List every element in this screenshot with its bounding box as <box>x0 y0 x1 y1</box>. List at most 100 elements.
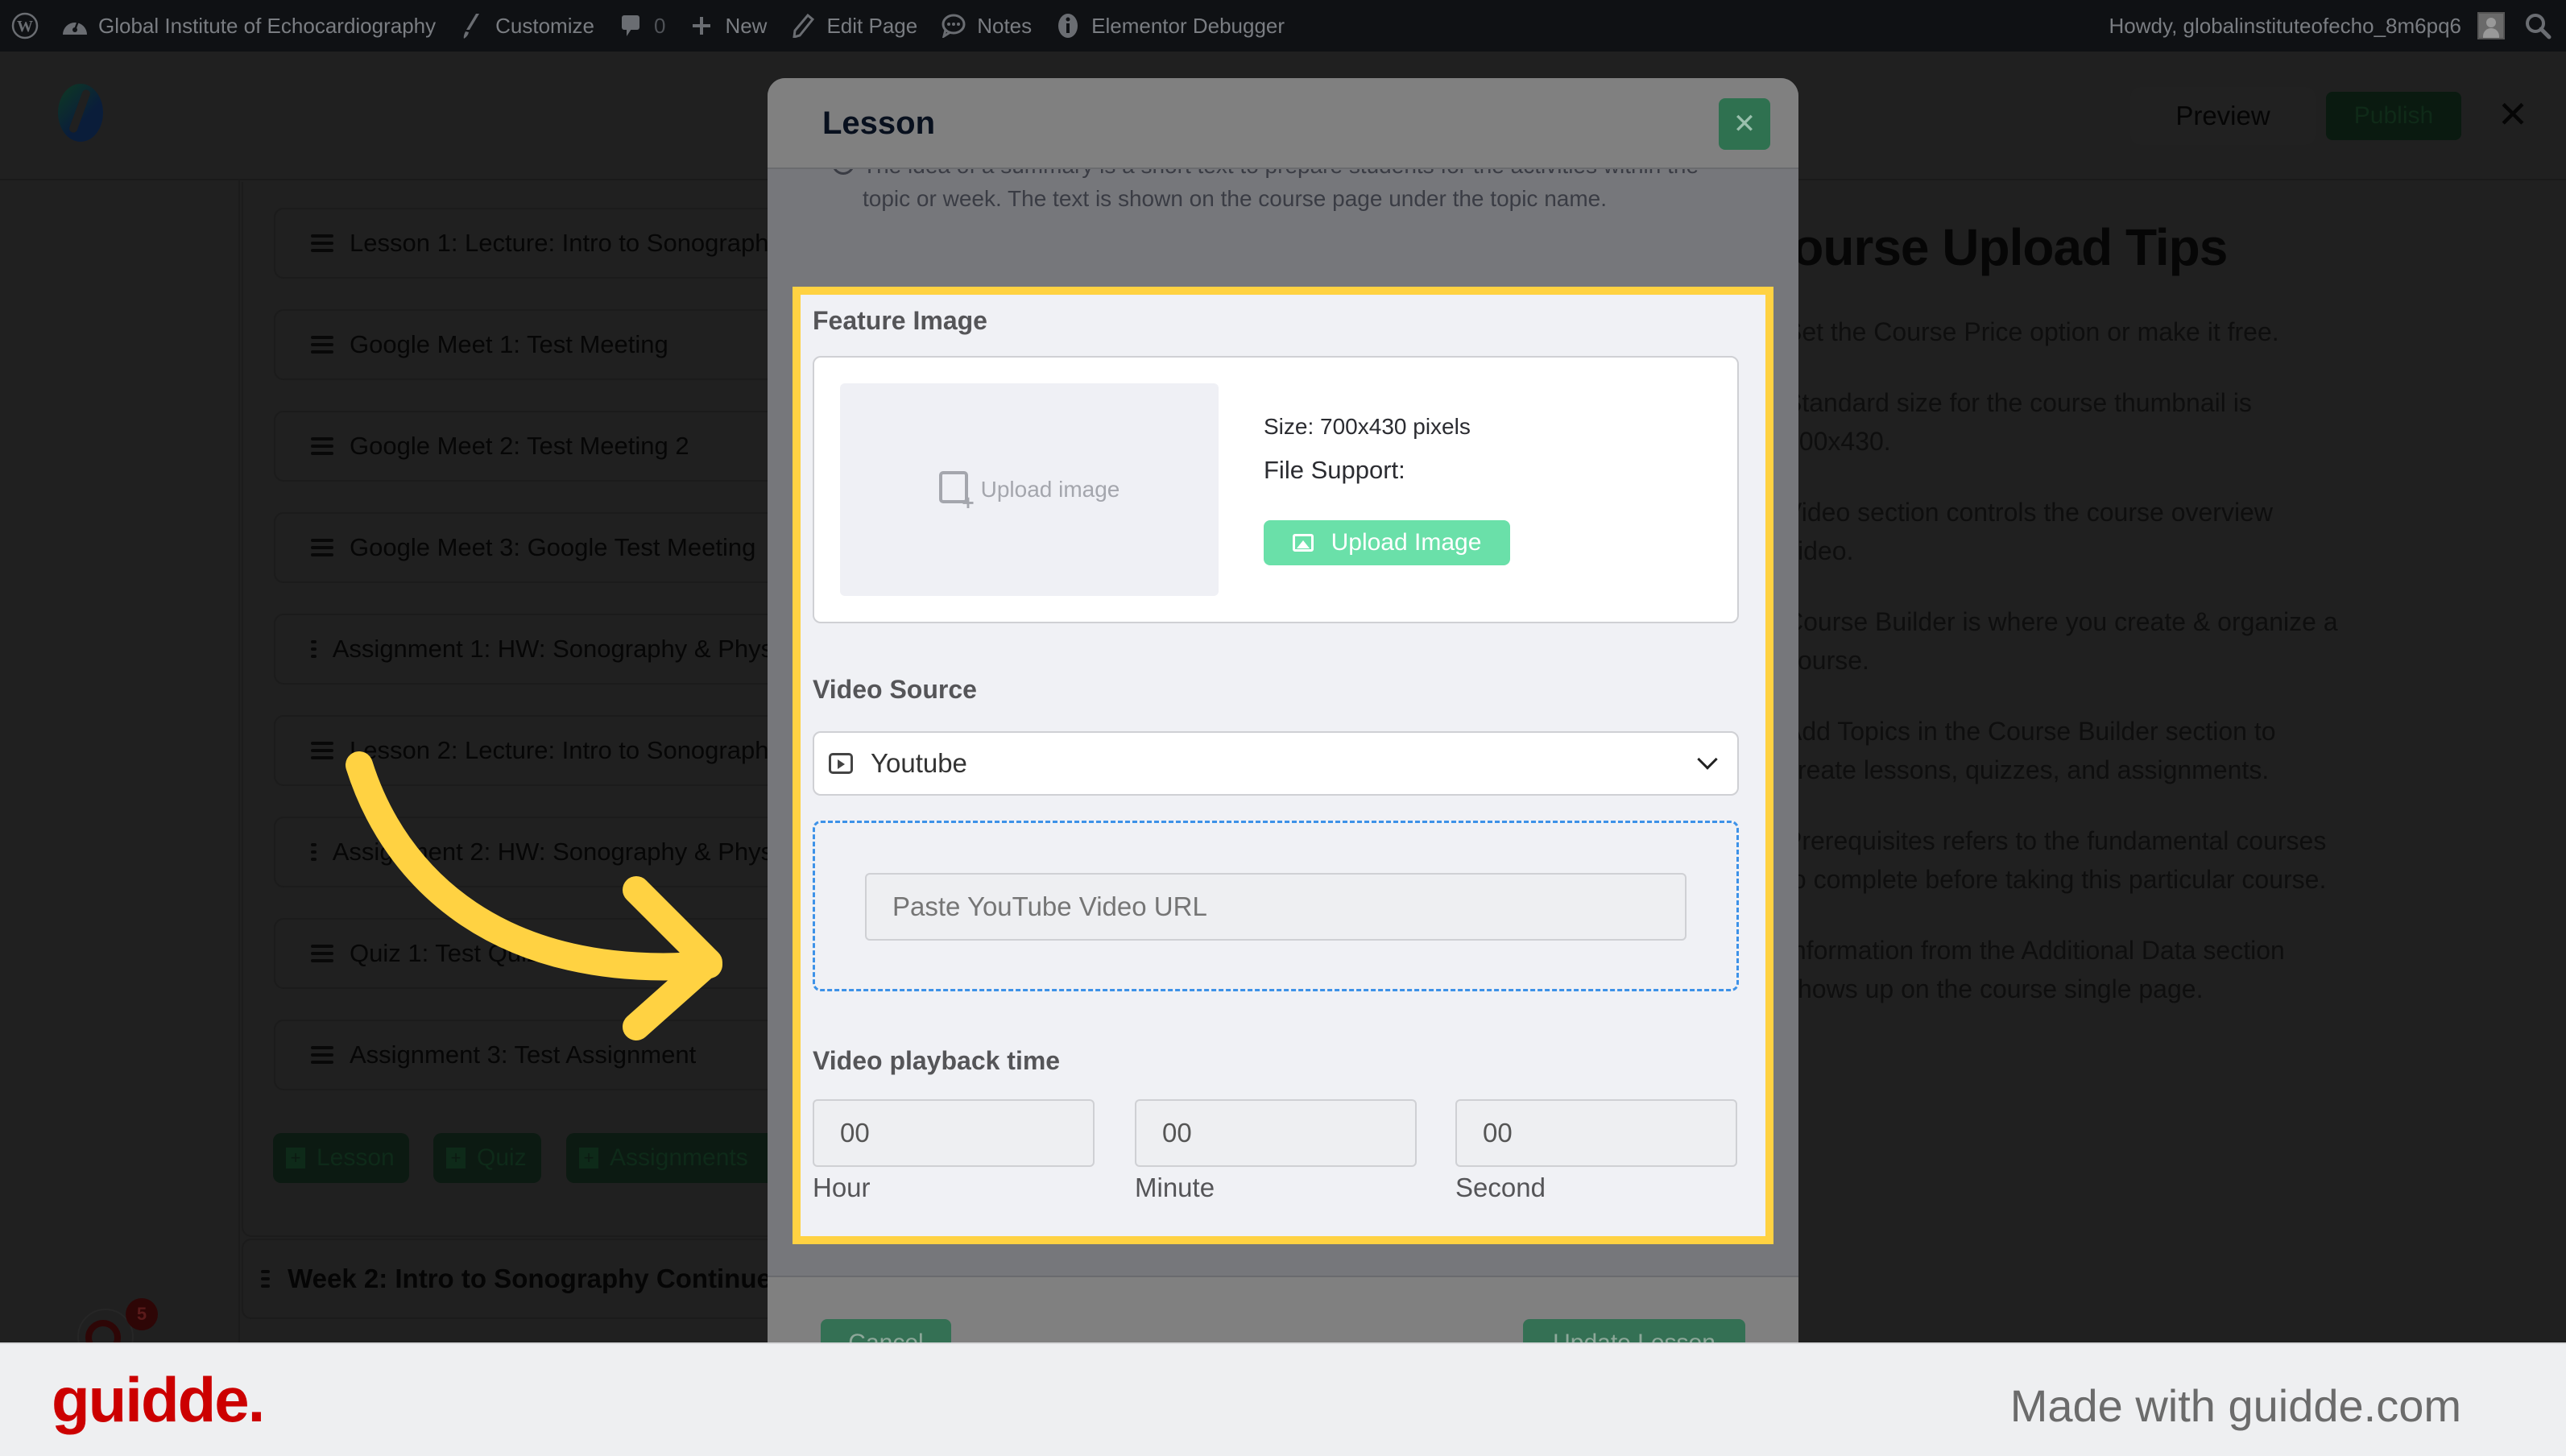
wordpress-logo-button[interactable]: W <box>0 0 50 52</box>
add-assignment-label: Assignments <box>610 1144 748 1171</box>
drag-handle-icon[interactable] <box>311 234 333 252</box>
close-builder-button[interactable]: ✕ <box>2495 93 2531 135</box>
drag-handle-icon[interactable] <box>311 1046 333 1064</box>
add-lesson-button[interactable]: + Lesson <box>273 1133 409 1183</box>
upload-placeholder-text: Upload image <box>980 477 1120 502</box>
comment-icon <box>617 12 644 39</box>
minute-label: Minute <box>1135 1173 1215 1202</box>
playback-time-label: Video playback time <box>813 1046 1061 1075</box>
svg-text:W: W <box>17 18 33 35</box>
plus-icon: + <box>579 1148 598 1169</box>
drag-handle-icon[interactable] <box>311 843 317 861</box>
close-icon: ✕ <box>1732 109 1757 139</box>
account-menu[interactable]: Howdy, globalinstituteofecho_8m6pq6 <box>2098 0 2516 52</box>
second-label: Second <box>1455 1173 1546 1202</box>
wp-admin-bar: W Global Institute of Echocardiography C… <box>0 0 2566 52</box>
tip-item: Prerequisites refers to the fundamental … <box>1798 826 2327 894</box>
guidde-tagline: Made with guidde.com <box>2009 1380 2461 1431</box>
admin-search-button[interactable] <box>2516 0 2566 52</box>
add-lesson-label: Lesson <box>317 1144 395 1171</box>
new-label: New <box>725 13 768 38</box>
list-item[interactable]: Google Meet 2: Test Meeting 2 <box>274 411 805 482</box>
paintbrush-icon <box>458 12 486 39</box>
upload-image-label: Upload Image <box>1331 529 1482 556</box>
notes-label: Notes <box>977 13 1033 38</box>
site-name-link[interactable]: Global Institute of Echocardiography <box>50 0 447 52</box>
tip-item: Add Topics in the Course Builder section… <box>1798 717 2276 784</box>
highlight-box: Feature Image + Upload image Size: 700x4… <box>793 287 1773 1244</box>
course-upload-tips: Course Upload Tips Set the Course Price … <box>1798 217 2361 1040</box>
list-item[interactable]: Lesson 1: Lecture: Intro to Sonography <box>274 208 805 279</box>
list-item-label: Google Meet 1: Test Meeting <box>350 330 668 358</box>
hour-input[interactable] <box>813 1099 1095 1167</box>
drag-handle-icon[interactable] <box>311 437 333 455</box>
image-size-info: Size: 700x430 pixels <box>1264 414 1471 439</box>
edit-page-label: Edit Page <box>826 13 918 38</box>
new-content-link[interactable]: New <box>677 0 778 52</box>
add-quiz-button[interactable]: + Quiz <box>433 1133 541 1183</box>
list-item[interactable]: Google Meet 3: Google Test Meeting <box>274 512 805 583</box>
cancel-button[interactable]: Cancel <box>821 1319 951 1342</box>
video-url-zone <box>813 821 1739 991</box>
plus-icon: + <box>286 1148 305 1169</box>
second-input[interactable] <box>1455 1099 1737 1167</box>
minute-input[interactable] <box>1135 1099 1417 1167</box>
sidebar-divider <box>238 180 240 1342</box>
chevron-down-icon <box>1697 749 1718 770</box>
hour-label: Hour <box>813 1173 871 1202</box>
drag-handle-icon[interactable] <box>311 336 333 354</box>
update-lesson-button[interactable]: Update Lesson <box>1523 1319 1745 1342</box>
upload-image-button[interactable]: Upload Image <box>1264 520 1510 565</box>
pencil-icon <box>789 12 817 39</box>
tip-item: Standard size for the course thumbnail i… <box>1798 388 2252 456</box>
comments-link[interactable]: 0 <box>606 0 677 52</box>
image-add-icon: + <box>938 471 975 513</box>
edit-page-link[interactable]: Edit Page <box>778 0 929 52</box>
drag-handle-icon[interactable] <box>311 539 333 556</box>
list-item-label: Assignment 1: HW: Sonography & Physics <box>332 635 804 663</box>
elementor-debugger-label: Elementor Debugger <box>1091 13 1285 38</box>
wordpress-icon: W <box>11 12 39 39</box>
modal-close-button[interactable]: ✕ <box>1719 98 1770 150</box>
modal-title: Lesson <box>822 105 936 141</box>
tip-item: Video section controls the course overvi… <box>1798 498 2273 565</box>
drag-handle-icon[interactable] <box>311 640 317 658</box>
modal-header: Lesson ✕ <box>768 78 1798 169</box>
elementor-debugger-link[interactable]: Elementor Debugger <box>1043 0 1296 52</box>
guidde-logo: guidde. <box>52 1364 265 1435</box>
comments-count: 0 <box>653 13 666 38</box>
search-icon <box>2524 12 2552 39</box>
topic-week-2[interactable]: Week 2: Intro to Sonography Continued <box>242 1239 789 1319</box>
list-item[interactable]: Google Meet 1: Test Meeting <box>274 309 805 380</box>
add-quiz-label: Quiz <box>477 1144 527 1171</box>
publish-button[interactable]: Publish <box>2326 92 2461 140</box>
howdy-text: Howdy, globalinstituteofecho_8m6pq6 <box>2109 13 2461 38</box>
video-play-icon <box>829 753 853 774</box>
youtube-url-input[interactable] <box>865 873 1687 941</box>
topic-title: Week 2: Intro to Sonography Continued <box>288 1264 788 1293</box>
dashboard-icon <box>61 12 89 39</box>
feature-image-dropzone[interactable]: + Upload image <box>840 383 1219 596</box>
site-name: Global Institute of Echocardiography <box>98 13 437 38</box>
video-source-select[interactable]: Youtube <box>813 731 1739 796</box>
modal-footer: Cancel Update Lesson <box>768 1276 1798 1342</box>
plus-icon <box>688 12 715 39</box>
feature-image-card: + Upload image Size: 700x430 pixels File… <box>813 356 1739 623</box>
tips-title: Course Upload Tips <box>1798 218 2228 276</box>
tip-item: Set the Course Price option or make it f… <box>1798 317 2279 346</box>
video-source-label: Video Source <box>813 675 977 704</box>
add-assignment-button[interactable]: + Assignments <box>566 1133 776 1183</box>
drag-handle-icon[interactable] <box>261 1270 271 1288</box>
guidde-footer: guidde. Made with guidde.com <box>0 1342 2566 1456</box>
chat-notification-badge: 5 <box>126 1298 158 1330</box>
site-logo[interactable] <box>58 84 103 142</box>
list-item-label: Google Meet 2: Test Meeting 2 <box>350 432 689 460</box>
notes-link[interactable]: Notes <box>929 0 1043 52</box>
user-avatar <box>2477 12 2505 39</box>
image-icon <box>1292 534 1314 552</box>
list-item-label: Google Meet 3: Google Test Meeting <box>350 533 756 561</box>
video-source-value: Youtube <box>871 748 967 778</box>
preview-button[interactable]: Preview <box>2130 87 2316 145</box>
list-item[interactable]: Assignment 1: HW: Sonography & Physics <box>274 614 805 685</box>
customize-link[interactable]: Customize <box>447 0 606 52</box>
